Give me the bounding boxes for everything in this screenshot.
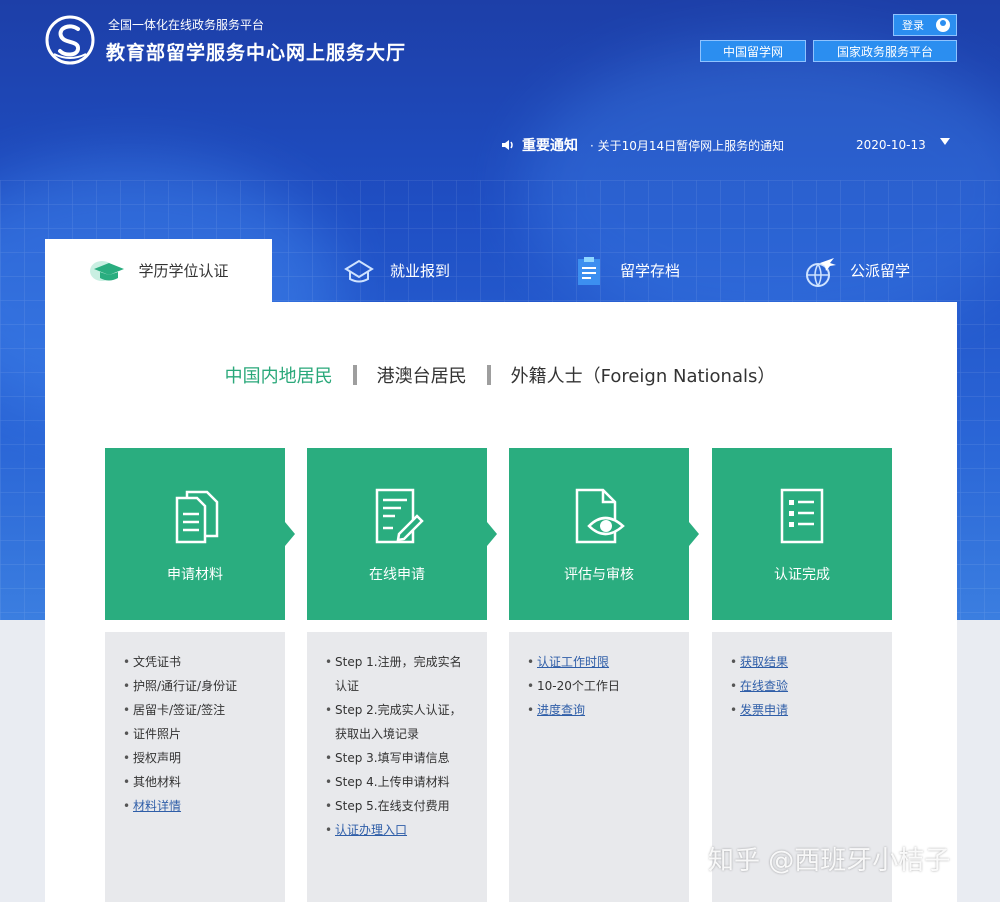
residency-mainland[interactable]: 中国内地居民 (221, 362, 337, 388)
residency-foreign-nationals[interactable]: 外籍人士（Foreign Nationals） (507, 362, 780, 388)
detail-link[interactable]: 在线查验 (730, 674, 878, 698)
speaker-icon (502, 140, 513, 150)
detail-link[interactable]: 获取结果 (730, 650, 878, 674)
document-eye-icon (575, 488, 625, 544)
residency-hk-macau-taiwan[interactable]: 港澳台居民 (373, 362, 471, 388)
site-title[interactable]: 教育部留学服务中心网上服务大厅 (106, 38, 406, 65)
detail-item: 认证 (335, 679, 360, 693)
notice-date: 2020-10-13 (856, 138, 926, 152)
notice-label: 重要通知 (522, 138, 578, 154)
tab-employment-report[interactable]: 就业报到 (290, 239, 500, 302)
step-card-materials[interactable]: 申请材料 (105, 448, 295, 620)
detail-item: 授权声明 (123, 746, 271, 770)
link-national-gov-service[interactable]: 国家政务服务平台 (813, 40, 957, 62)
details-materials: 文凭证书护照/通行证/身份证居留卡/签证/签注证件照片授权声明其他材料材料详情 (105, 632, 285, 902)
detail-link[interactable]: 认证办理入口 (325, 818, 473, 842)
tab-study-archive[interactable]: 留学存档 (520, 239, 730, 302)
checklist-icon (780, 488, 824, 544)
detail-link[interactable]: 进度查询 (527, 698, 675, 722)
step-label: 评估与审核 (564, 567, 634, 583)
watermark: 知乎 @西班牙小桔子 (708, 846, 951, 876)
detail-item: 10-20个工作日 (527, 674, 675, 698)
residency-selector: 中国内地居民 港澳台居民 外籍人士（Foreign Nationals） (0, 362, 1000, 388)
detail-item: Step 5.在线支付费用 (325, 794, 473, 818)
archive-icon (577, 256, 600, 285)
divider (486, 365, 491, 385)
step-card-evaluation-review[interactable]: 评估与审核 (509, 448, 699, 620)
detail-link[interactable]: 发票申请 (730, 698, 878, 722)
tab-government-study-abroad[interactable]: 公派留学 (750, 239, 960, 302)
graduation-cap-icon (90, 260, 125, 281)
tab-label: 学历学位认证 (138, 262, 229, 280)
step-label: 在线申请 (369, 567, 425, 583)
step-card-certification-complete[interactable]: 认证完成 (712, 448, 892, 620)
tab-label: 公派留学 (849, 262, 910, 280)
form-edit-icon (375, 488, 424, 544)
divider (352, 365, 357, 385)
step-card-online-application[interactable]: 在线申请 (307, 448, 497, 620)
details-evaluation-review: 认证工作时限10-20个工作日进度查询 (509, 632, 689, 902)
airplane-globe-icon (805, 257, 836, 287)
details-online-application: Step 1.注册，完成实名认证 Step 2.完成实人认证， 获取出入境记录 Ste… (307, 632, 487, 902)
detail-item: Step 2.完成实人认证， (325, 698, 473, 722)
detail-item: Step 1.注册，完成实名 (325, 650, 473, 674)
tab-label: 留学存档 (619, 262, 680, 280)
login-label: 登录 (902, 19, 924, 32)
detail-item: 文凭证书 (123, 650, 271, 674)
notice-bar: 重要通知 · 关于10月14日暂停网上服务的通知 2020-10-13 (500, 134, 960, 156)
detail-item: 获取出入境记录 (335, 727, 420, 741)
detail-link[interactable]: 材料详情 (123, 794, 271, 818)
detail-item: 其他材料 (123, 770, 271, 794)
step-label: 认证完成 (774, 567, 830, 583)
tab-label: 就业报到 (389, 262, 450, 280)
documents-icon (175, 490, 219, 544)
chevron-down-icon[interactable] (940, 138, 950, 145)
link-china-study-abroad[interactable]: 中国留学网 (700, 40, 806, 62)
detail-link[interactable]: 认证工作时限 (527, 650, 675, 674)
tab-degree-certification[interactable]: 学历学位认证 (45, 239, 272, 302)
detail-item: Step 4.上传申请材料 (325, 770, 473, 794)
detail-item: Step 3.填写申请信息 (325, 746, 473, 770)
notice-text[interactable]: · 关于10月14日暂停网上服务的通知 (590, 137, 784, 154)
site-logo-icon[interactable] (44, 14, 96, 66)
platform-subtitle: 全国一体化在线政务服务平台 (108, 18, 265, 32)
detail-item: 护照/通行证/身份证 (123, 674, 271, 698)
briefcase-icon (344, 259, 374, 282)
detail-item: 居留卡/签证/签注 (123, 698, 271, 722)
login-button[interactable]: 登录 (893, 14, 957, 36)
step-label: 申请材料 (167, 567, 223, 583)
user-icon (936, 18, 950, 32)
detail-item: 证件照片 (123, 722, 271, 746)
